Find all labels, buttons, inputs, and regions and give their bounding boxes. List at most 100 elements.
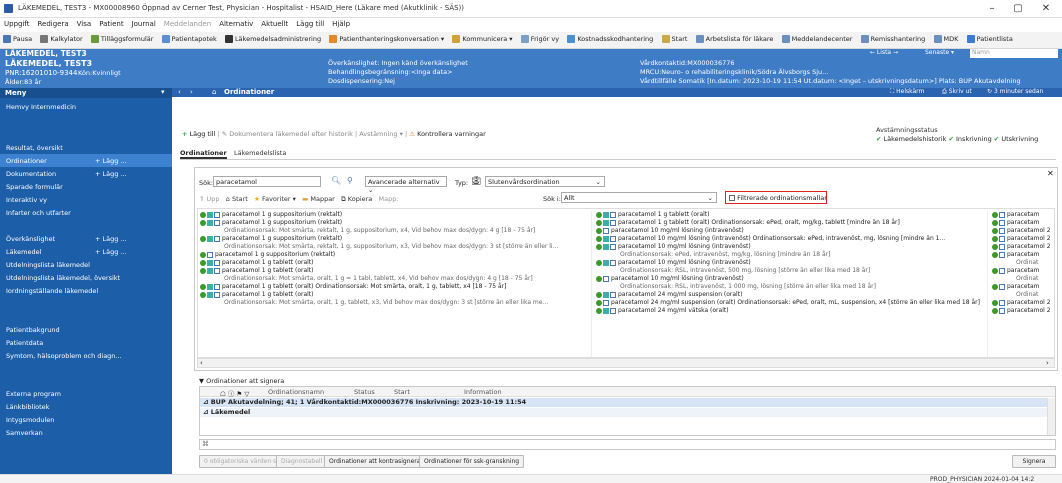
scroll-left-icon[interactable]: ‹ [200,359,203,367]
result-item[interactable]: paracetamol 2 [992,235,1051,242]
nurse-review-button[interactable]: Ordinationer för ssk-granskning [419,455,525,468]
patient-tab[interactable]: LÄKEMEDEL, TEST3 [5,49,87,58]
toolbar-frigor[interactable]: Frigör vy [518,32,562,46]
left-menu-item[interactable]: Utdelningslista läkemedel [0,258,172,271]
close-button[interactable]: ✕ [1032,2,1060,16]
result-item[interactable]: paracetam [992,283,1040,290]
result-item[interactable]: paracetamol 1 g tablett (oralt) [200,267,314,274]
left-menu-item[interactable]: Patientbakgrund [0,323,172,336]
toolbar-start[interactable]: Start [659,32,691,46]
result-item[interactable]: paracetamol 1 g tablett (oralt) [596,211,710,218]
left-menu-item[interactable]: Interaktiv vy [0,193,172,206]
result-detail[interactable]: Ordinat [1016,275,1038,282]
result-detail[interactable]: Ordinationsorsak: ePed, intravenöst, mg/… [620,251,830,258]
result-item[interactable]: paracetam [992,211,1040,218]
result-item[interactable]: paracetamol 1 g tablett (oralt) [200,291,314,298]
result-item[interactable]: paracetamol 10 mg/ml lösning (intravenös… [596,235,945,242]
maximize-button[interactable]: ▢ [1004,2,1032,16]
recent-dropdown[interactable]: Senaste ▾ [925,49,954,56]
diagnosis-table-button[interactable]: Diagnostabell [276,455,328,468]
left-menu-item[interactable]: Infarter och utfarter [0,206,172,219]
menu-visa[interactable]: Visa [73,18,96,30]
refresh-button[interactable]: ↻ 3 minuter sedan [987,88,1043,95]
left-menu-item[interactable]: Läkemedel + Lägg ... [0,245,172,258]
result-item[interactable]: paracetamol 1 g suppositorium (rektalt) [200,219,342,226]
toolbar-patientkonv[interactable]: Patienthanteringskonversation ▾ [326,32,447,46]
favorites-button[interactable]: ★ Favoriter ▾ [254,195,296,203]
col-header[interactable]: Information [464,388,502,396]
result-item[interactable]: paracetamol 1 g tablett (oralt) Ordinati… [596,219,900,226]
add-med-link[interactable]: + Lägg ... [95,248,127,256]
result-item[interactable]: paracetamol 1 g tablett (oralt) [200,259,314,266]
left-menu-item[interactable]: Samverkan [0,426,172,439]
result-item[interactable]: paracetamol 1 g suppositorium (rektalt) [200,211,342,218]
toolbar-lakemedelsadm[interactable]: Läkemedelsadministrering [222,32,324,46]
result-detail[interactable]: Ordinationsorsak: Mot smärta, rektalt, 1… [224,227,535,234]
result-item[interactable]: paracetamol 24 mg/ml suspension (oralt) … [596,299,980,306]
table-group-row[interactable]: ⊿ BUP Akutavdelning; 41; 1 Vårdkontaktid… [200,398,1047,407]
up-button[interactable]: ⇑ Upp [199,195,220,203]
result-detail[interactable]: Ordinat [1016,291,1038,298]
toolbar-meddelandecenter[interactable]: Meddelandecenter [779,32,856,46]
back-icon[interactable]: ‹ [178,88,181,96]
filter-templates-checkbox[interactable]: Filtrerade ordinationsmallar [725,191,827,204]
left-menu-item[interactable]: Patientdata [0,336,172,349]
pin-icon[interactable]: ▾ [161,88,165,96]
toolbar-remiss[interactable]: Remisshantering [858,32,929,46]
left-menu-item[interactable]: Intygsmodulen [0,413,172,426]
fullscreen-button[interactable]: ⛶ Helskärm [890,88,924,96]
tab-ordinationer[interactable]: Ordinationer [180,149,227,159]
patient-search-input[interactable]: Namn [970,49,1058,58]
left-menu-item[interactable]: Utdelningslista läkemedel, översikt [0,271,172,284]
filter-icon[interactable]: ⚲ [347,176,353,185]
type-dropdown[interactable]: Slutenvårdsordination ⌄ [485,176,605,187]
toolbar-pausa[interactable]: Pausa [0,32,35,46]
toolbar-arbetslista[interactable]: Arbetslista för läkare [693,32,777,46]
result-item[interactable]: paracetamol 1 g tablett (oralt) Ordinati… [200,283,506,290]
print-button[interactable]: ⎙ Skriv ut [942,88,972,96]
menu-aktuellt[interactable]: Aktuellt [257,18,292,30]
result-detail[interactable]: Ordinationsorsak: Mot smärta, rektalt, 1… [224,243,558,250]
horizontal-scrollbar[interactable]: ‹ › [197,358,1055,368]
start-button[interactable]: ⌂ Start [226,195,248,203]
left-menu-item[interactable]: Resultat, översikt [0,141,172,154]
left-menu-item-selected[interactable]: Ordinationer + Lägg ... [0,154,172,167]
result-item[interactable]: paracetamol 2 [992,307,1051,314]
search-icon[interactable]: 🔍︎ [331,176,341,185]
countersign-button[interactable]: Ordinationer att kontrasignera [324,455,426,468]
result-detail[interactable]: Ordinationsorsak: Mot smärta, oralt, 1 g… [224,275,533,282]
col-header[interactable]: Start [394,388,410,396]
allergy-info[interactable]: Överkänslighet: Ingen känd överkänslighe… [328,59,468,67]
add-doc-link[interactable]: + Lägg ... [95,170,127,178]
tab-lakemedelslista[interactable]: Läkemedelslista [234,149,286,157]
folders-button[interactable]: ▬ Mappar [302,195,335,203]
result-item[interactable]: paracetamol 2 [992,227,1051,234]
forward-icon[interactable]: › [190,88,193,96]
menu-lagg-till[interactable]: Lägg till [292,18,328,30]
toolbar-mdk[interactable]: MDK [931,32,962,46]
left-menu-item[interactable]: Länkbibliotek [0,400,172,413]
menu-patient[interactable]: Patient [95,18,127,30]
comment-input[interactable]: ⌘ [199,439,1056,450]
toolbar-patientapotek[interactable]: Patientapotek [159,32,220,46]
close-panel-icon[interactable]: ✕ [1047,169,1054,178]
menu-alternativ[interactable]: Alternativ [215,18,257,30]
search-in-dropdown[interactable]: Allt ⌄ [561,192,717,203]
result-item[interactable]: paracetamol 1 g suppositorium (rektalt) [200,235,342,242]
left-menu-item[interactable]: Dokumentation + Lägg ... [0,167,172,180]
menu-uppgift[interactable]: Uppgift [0,18,33,30]
left-menu-item[interactable]: Externa program [0,387,172,400]
add-order-link[interactable]: + Lägg ... [95,157,127,165]
check-warnings-button[interactable]: ⚠ Kontrollera varningar [409,130,486,138]
copy-button[interactable]: ⧉ Kopiera [341,195,372,203]
patient-list-nav[interactable]: ← Lista → [870,49,898,56]
result-item[interactable]: paracetamol 24 mg/ml vätska (oralt) [596,307,729,314]
toolbar-patientlista[interactable]: Patientlista [964,32,1016,46]
collapse-icon[interactable]: ▼ [199,377,204,385]
minimize-button[interactable]: – [978,2,1006,16]
col-header[interactable]: Status [354,388,375,396]
result-detail[interactable]: Ordinationsorsak: RSL, intravenöst, 500 … [620,267,870,274]
table-subgroup-row[interactable]: ⊿ Läkemedel [200,408,1047,417]
result-item[interactable]: paracetam [992,251,1040,258]
scroll-right-icon[interactable]: › [1046,359,1049,367]
